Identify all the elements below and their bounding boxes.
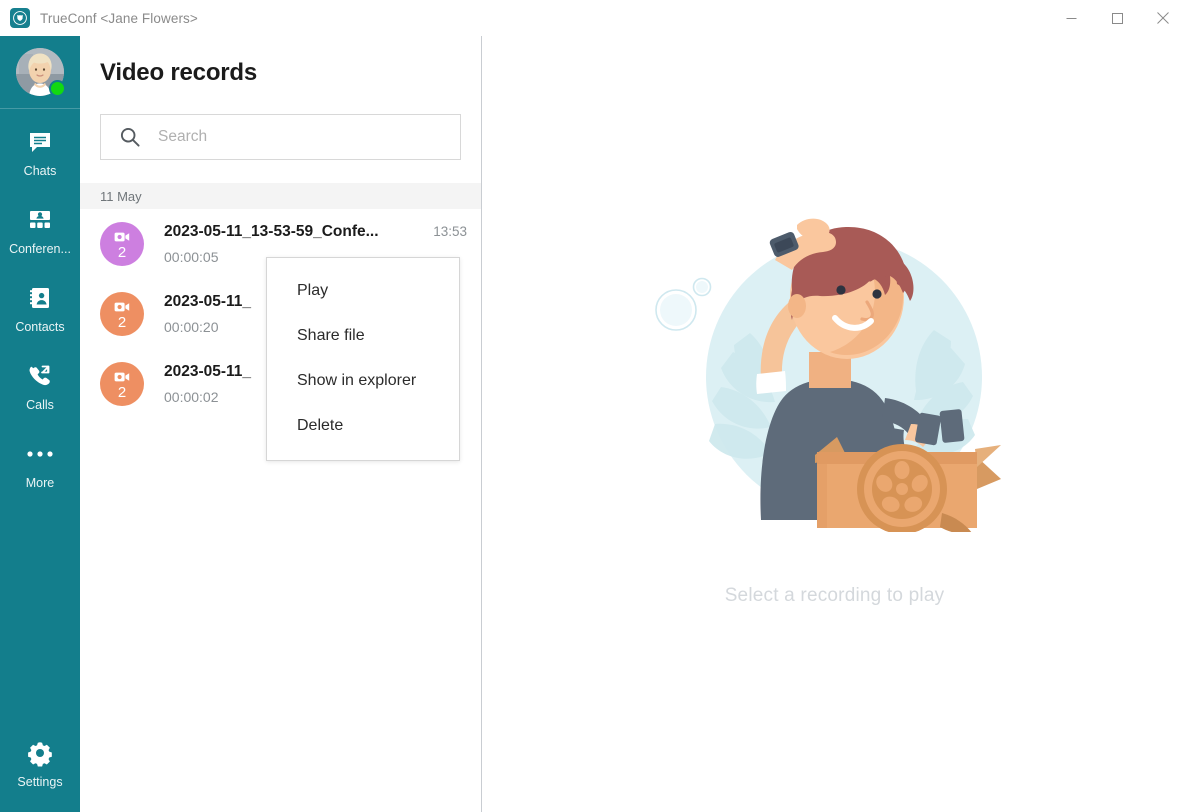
video-camera-icon — [114, 231, 130, 243]
sidebar-item-conferences[interactable]: Conferen... — [0, 191, 80, 269]
sidebar-item-label: Settings — [17, 774, 63, 789]
close-button[interactable] — [1140, 0, 1186, 36]
record-avatar: 2 — [100, 362, 144, 406]
context-menu-item-share-file[interactable]: Share file — [267, 313, 459, 358]
search-icon — [119, 126, 141, 148]
window-title: TrueConf <Jane Flowers> — [40, 10, 198, 26]
left-nav-rail: Chats Conferen... Contacts Calls More Se… — [0, 36, 80, 812]
ellipsis-icon — [26, 439, 54, 469]
minimize-button[interactable] — [1048, 0, 1094, 36]
phone-calls-icon — [26, 361, 54, 391]
participant-count: 2 — [117, 383, 127, 401]
context-menu-item-show-in-explorer[interactable]: Show in explorer — [267, 358, 459, 403]
video-camera-icon — [114, 371, 130, 383]
title-bar: TrueConf <Jane Flowers> — [0, 0, 1186, 36]
search-box[interactable] — [100, 114, 461, 160]
window-controls — [1048, 0, 1186, 36]
rail-divider — [0, 108, 80, 109]
context-menu-item-delete[interactable]: Delete — [267, 403, 459, 448]
sidebar-item-label: Conferen... — [9, 241, 71, 256]
sidebar-item-label: Chats — [23, 163, 57, 178]
record-avatar: 2 — [100, 292, 144, 336]
profile-avatar-wrap[interactable] — [16, 48, 66, 97]
sidebar-item-label: More — [25, 475, 55, 490]
conference-icon — [27, 205, 53, 235]
player-stage: Select a recording to play — [483, 36, 1186, 812]
search-input[interactable] — [158, 128, 460, 146]
chat-bubble-icon — [27, 127, 53, 157]
participant-count: 2 — [117, 243, 127, 261]
sidebar-item-chats[interactable]: Chats — [0, 113, 80, 191]
empty-state: Select a recording to play — [649, 202, 1021, 607]
page-title: Video records — [100, 59, 258, 86]
sidebar-item-label: Contacts — [15, 319, 65, 334]
man-looking-into-box-with-film-reel-illustration — [649, 202, 1021, 537]
sidebar-item-settings[interactable]: Settings — [0, 724, 80, 802]
online-status-dot — [49, 80, 66, 97]
participant-count: 2 — [117, 313, 127, 331]
gear-icon — [26, 738, 54, 768]
sidebar-item-calls[interactable]: Calls — [0, 347, 80, 425]
record-avatar: 2 — [100, 222, 144, 266]
contacts-book-icon — [27, 283, 53, 313]
record-top-row: 2023-05-11_13-53-59_Confe... 13:53 — [164, 223, 467, 241]
sidebar-item-more[interactable]: More — [0, 425, 80, 503]
date-header: 11 May — [80, 183, 481, 209]
rail-items: Chats Conferen... Contacts Calls More — [0, 113, 80, 503]
trueconf-paw-logo-icon — [10, 8, 30, 28]
video-camera-icon — [114, 301, 130, 313]
sidebar-item-contacts[interactable]: Contacts — [0, 269, 80, 347]
empty-state-caption: Select a recording to play — [724, 584, 945, 606]
record-context-menu: Play Share file Show in explorer Delete — [266, 257, 460, 461]
context-menu-item-play[interactable]: Play — [267, 268, 459, 313]
sidebar-item-label: Calls — [26, 397, 54, 412]
record-time: 13:53 — [433, 224, 467, 239]
record-name: 2023-05-11_13-53-59_Confe... — [164, 223, 379, 240]
rail-bottom: Settings — [0, 724, 80, 802]
trueconf-window: TrueConf <Jane Flowers> Chats Conferen..… — [0, 0, 1186, 812]
maximize-button[interactable] — [1094, 0, 1140, 36]
